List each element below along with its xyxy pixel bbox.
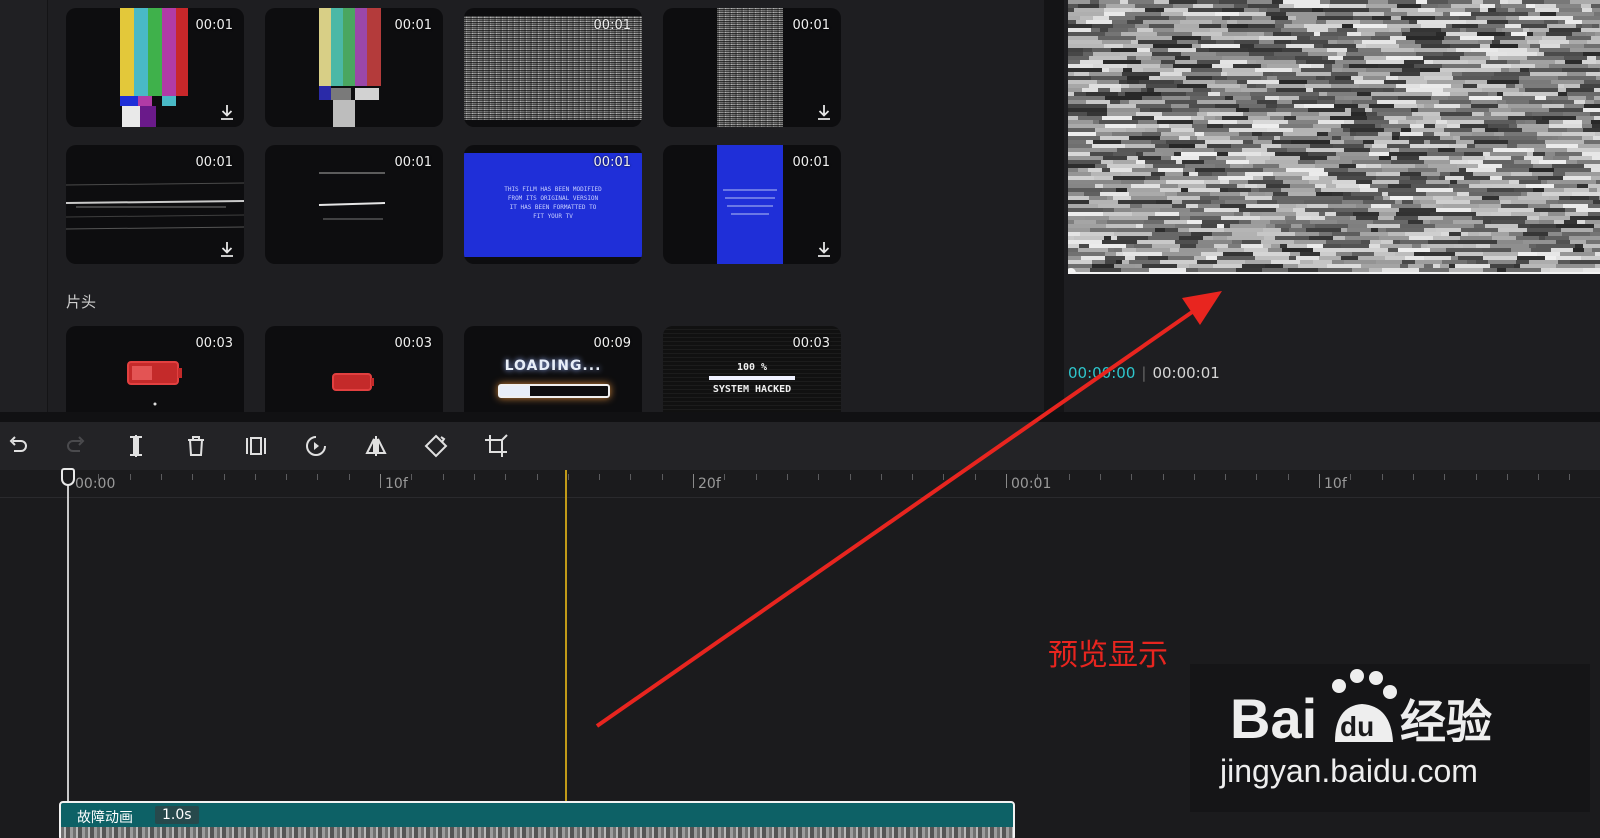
undo-button[interactable] — [4, 432, 32, 460]
duration-label: 00:03 — [195, 336, 233, 351]
svg-text:du: du — [1340, 711, 1374, 742]
duration-label: 00:03 — [792, 336, 830, 351]
duration-label: 00:01 — [792, 18, 830, 33]
delete-icon — [188, 436, 204, 456]
svg-text:Bai: Bai — [1230, 687, 1317, 750]
effect-thumb-system-hacked[interactable]: 100 % SYSTEM HACKED 00:03 — [663, 326, 841, 412]
ruler-label: 10f — [385, 476, 408, 492]
svg-text:jingyan.baidu.com: jingyan.baidu.com — [1219, 753, 1478, 789]
section-title-intro: 片头 — [66, 293, 97, 311]
split-icon — [130, 435, 142, 457]
rotate-icon — [424, 434, 448, 458]
media-library: 00:01 00:01 00:01 00:01 00:01 00:01 THIS… — [48, 0, 1044, 412]
playhead-line[interactable] — [67, 478, 69, 838]
reverse-icon — [306, 436, 326, 456]
mirror-button[interactable] — [362, 432, 390, 460]
blue-screen-line: THIS FILM HAS BEEN MODIFIED — [504, 186, 602, 193]
duration-label: 00:09 — [593, 336, 631, 351]
total-time: 00:00:01 — [1152, 364, 1220, 382]
hacked-percent: 100 % — [736, 362, 768, 373]
reverse-button[interactable] — [302, 432, 330, 460]
preview-video[interactable] — [1068, 0, 1600, 274]
redo-icon — [67, 436, 85, 452]
effect-thumb-blue-screen-narrow[interactable]: 00:01 — [663, 145, 841, 264]
in-point-marker[interactable] — [565, 470, 567, 838]
current-time: 00:00:00 — [1068, 364, 1136, 382]
download-icon[interactable] — [218, 240, 236, 258]
baidu-logo: Bai du 经验 jingyan.baidu.com — [1219, 669, 1492, 789]
undo-icon — [9, 436, 27, 452]
crop-icon — [485, 434, 508, 457]
preview-resize-handle[interactable] — [1068, 268, 1076, 274]
duration-label: 00:01 — [792, 155, 830, 170]
preview-panel: 00:00:00 | 00:00:01 — [1064, 0, 1600, 412]
download-icon[interactable] — [218, 103, 236, 121]
duration-label: 00:01 — [394, 18, 432, 33]
redo-button[interactable] — [62, 432, 90, 460]
left-rail — [0, 0, 48, 412]
freeze-icon — [246, 437, 266, 455]
duration-label: 00:03 — [394, 336, 432, 351]
effect-thumb-battery-small[interactable]: 00:03 — [265, 326, 443, 412]
effect-thumb-blue-screen[interactable]: THIS FILM HAS BEEN MODIFIED FROM ITS ORI… — [464, 145, 642, 264]
download-icon[interactable] — [815, 103, 833, 121]
duration-label: 00:01 — [593, 155, 631, 170]
effect-thumb-battery[interactable]: 00:03 — [66, 326, 244, 412]
blue-screen-line: IT HAS BEEN FORMATTED TO — [509, 204, 597, 211]
time-ruler[interactable]: 00:00 10f 20f 00:01 10f — [0, 470, 1600, 498]
edit-toolbar — [0, 422, 1600, 470]
effect-thumb-color-bars-narrow[interactable]: 00:01 — [265, 8, 443, 127]
effect-thumb-scanlines-narrow[interactable]: 00:01 — [265, 145, 443, 264]
static-noise-frame — [1068, 0, 1600, 274]
download-icon[interactable] — [815, 240, 833, 258]
svg-text:经验: 经验 — [1400, 695, 1492, 749]
ruler-label: 00:00 — [75, 476, 116, 492]
freeze-frame-button[interactable] — [242, 432, 270, 460]
playhead-handle[interactable] — [61, 468, 75, 486]
static-noise-narrow-preview — [717, 8, 783, 127]
annotation-label: 预览显示 — [1048, 638, 1168, 673]
mirror-icon — [365, 436, 387, 456]
blue-screen-narrow-preview — [717, 145, 783, 264]
ruler-label: 20f — [698, 476, 721, 492]
blue-screen-line: FIT YOUR TV — [533, 213, 573, 220]
split-button[interactable] — [122, 432, 150, 460]
rotate-button[interactable] — [422, 432, 450, 460]
duration-label: 00:01 — [195, 155, 233, 170]
loading-text: LOADING... — [504, 358, 602, 374]
panel-divider[interactable] — [1044, 0, 1064, 412]
duration-label: 00:01 — [394, 155, 432, 170]
clip-thumbnail-strip — [61, 827, 1013, 838]
effect-thumb-loading[interactable]: LOADING... 00:09 — [464, 326, 642, 412]
toolbar-separator — [0, 412, 1600, 422]
effect-thumb-scanlines[interactable]: 00:01 — [66, 145, 244, 264]
hacked-text: SYSTEM HACKED — [712, 384, 792, 395]
blue-screen-line: FROM ITS ORIGINAL VERSION — [507, 195, 599, 202]
effect-clip[interactable]: 故障动画 1.0s — [59, 801, 1015, 838]
duration-label: 00:01 — [593, 18, 631, 33]
ruler-label: 00:01 — [1011, 476, 1052, 492]
hacked-bar — [709, 376, 795, 380]
time-readout: 00:00:00 | 00:00:01 — [1068, 364, 1220, 382]
baidu-watermark: Bai du 经验 jingyan.baidu.com — [1190, 664, 1590, 812]
clip-name: 故障动画 — [77, 810, 133, 826]
duration-label: 00:01 — [195, 18, 233, 33]
effect-thumb-static-noise-narrow[interactable]: 00:01 — [663, 8, 841, 127]
effect-thumb-color-bars[interactable]: 00:01 — [66, 8, 244, 127]
ruler-label: 10f — [1324, 476, 1347, 492]
delete-button[interactable] — [182, 432, 210, 460]
crop-button[interactable] — [482, 432, 510, 460]
loading-bar — [498, 384, 610, 398]
clip-duration: 1.0s — [155, 806, 199, 824]
effect-thumb-static-noise[interactable]: 00:01 — [464, 8, 642, 127]
